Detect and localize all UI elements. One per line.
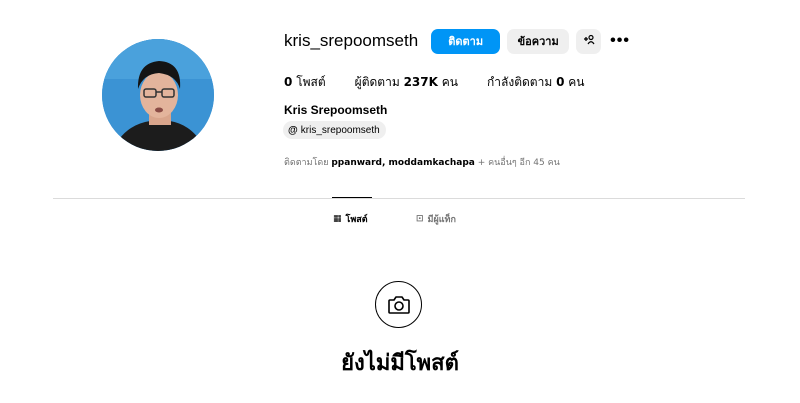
username: kris_srepoomseth (284, 31, 419, 50)
followers-count: 237K (403, 75, 438, 89)
active-tab-indicator (332, 197, 372, 198)
following-count: 0 (556, 75, 565, 89)
threads-badge[interactable]: @ kris_srepoomseth (283, 121, 386, 139)
tabs-divider (53, 198, 745, 199)
followers-unit: คน (441, 75, 458, 89)
full-name: Kris Srepoomseth (284, 103, 388, 117)
profile-stats: 0 โพสต์ ผู้ติดตาม 237K คน กำลังติดตาม 0 … (284, 73, 613, 92)
suggest-users-button[interactable] (576, 28, 602, 54)
tab-posts[interactable]: ▦ โพสต์ (333, 212, 368, 226)
threads-icon: @ (288, 124, 298, 136)
followed-by-names: ppanward, moddamkachapa (331, 158, 475, 168)
followed-by-prefix: ติดตามโดย (284, 158, 329, 168)
avatar-image (102, 39, 214, 151)
followed-by-suffix: + คนอื่นๆ อีก 45 คน (477, 158, 560, 168)
profile-header: kris_srepoomseth ติดตาม ข้อความ ••• (284, 28, 630, 54)
tab-posts-label: โพสต์ (345, 215, 368, 225)
empty-state-title: ยังไม่มีโพสต์ (341, 351, 459, 376)
followers-stat[interactable]: ผู้ติดตาม 237K คน (355, 73, 458, 92)
follow-button[interactable]: ติดตาม (431, 28, 501, 54)
following-unit: คน (568, 75, 585, 89)
more-options-icon[interactable]: ••• (610, 33, 630, 49)
followers-label: ผู้ติดตาม (354, 75, 400, 89)
following-stat[interactable]: กำลังติดตาม 0 คน (487, 73, 585, 92)
tab-tagged[interactable]: ⊡ มีผู้แท็ก (416, 212, 456, 226)
posts-stat: 0 โพสต์ (284, 73, 326, 92)
tab-tagged-label: มีผู้แท็ก (427, 215, 456, 225)
message-button[interactable]: ข้อความ (507, 28, 570, 54)
add-user-icon (583, 34, 595, 48)
following-label: กำลังติดตาม (486, 75, 553, 89)
tagged-icon: ⊡ (416, 214, 424, 224)
camera-icon (375, 281, 422, 328)
threads-handle: kris_srepoomseth (300, 124, 380, 136)
profile-avatar[interactable] (102, 39, 214, 151)
posts-label: โพสต์ (296, 75, 326, 89)
grid-icon: ▦ (333, 214, 342, 224)
posts-count: 0 (284, 75, 293, 89)
followed-by[interactable]: ติดตามโดย ppanward, moddamkachapa + คนอื… (284, 155, 560, 169)
